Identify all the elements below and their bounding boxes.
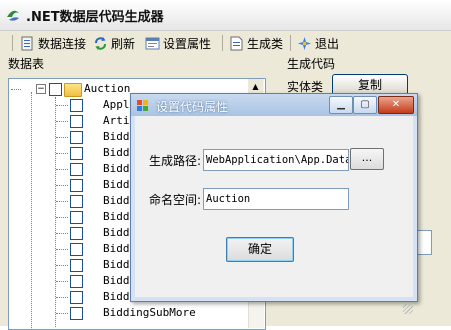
toolbar-label-connect: 数据连接 bbox=[38, 36, 87, 51]
tree-connector bbox=[55, 97, 56, 327]
tree-checkbox[interactable] bbox=[70, 99, 83, 112]
settings-dialog: 设置代码属性 ▁ ▢ ✕ 生成路径: WebApplication\App.Da… bbox=[130, 93, 418, 314]
tree-connector bbox=[56, 297, 68, 298]
generate-class-icon bbox=[230, 36, 243, 50]
maximize-icon[interactable]: ▢ bbox=[353, 96, 377, 114]
tree-connector bbox=[56, 185, 68, 186]
tree-connector bbox=[11, 89, 21, 90]
tree-connector bbox=[56, 105, 68, 106]
tree-connector bbox=[56, 137, 68, 138]
tree-checkbox[interactable] bbox=[70, 147, 83, 160]
toolbar-label-generate: 生成类 bbox=[247, 36, 284, 51]
resize-grip-icon[interactable] bbox=[403, 304, 413, 314]
tree-connector bbox=[56, 233, 68, 234]
dialog-app-icon bbox=[137, 100, 148, 111]
dialog-body: 生成路径: WebApplication\App.Data ... 命名空间: … bbox=[135, 116, 413, 314]
toolbar-button-generate[interactable]: 生成类 bbox=[229, 34, 283, 52]
tree-connector bbox=[56, 281, 68, 282]
browse-button[interactable]: ... bbox=[350, 148, 384, 170]
dialog-titlebar[interactable]: 设置代码属性 ▁ ▢ ✕ bbox=[131, 94, 417, 116]
toolbar-grip bbox=[12, 35, 13, 51]
toolbar-label-properties: 设置属性 bbox=[163, 36, 212, 51]
tree-checkbox[interactable] bbox=[70, 131, 83, 144]
tree-checkbox[interactable] bbox=[70, 259, 83, 272]
tree-connector bbox=[56, 217, 68, 218]
main-titlebar[interactable]: .NET数据层代码生成器 bbox=[0, 0, 451, 31]
tables-heading: 数据表 bbox=[8, 57, 45, 71]
tree-node[interactable]: BiddingSubMore bbox=[103, 306, 196, 319]
toolbar-button-exit[interactable]: 退出 bbox=[297, 34, 339, 52]
tree-checkbox[interactable] bbox=[70, 291, 83, 304]
dialog-title: 设置代码属性 bbox=[156, 100, 229, 114]
tree-node[interactable]: Arti bbox=[103, 114, 130, 127]
tree-connector bbox=[56, 121, 68, 122]
tree-checkbox[interactable] bbox=[70, 179, 83, 192]
exit-icon bbox=[298, 36, 311, 50]
namespace-input[interactable]: Auction bbox=[203, 188, 349, 210]
tree-connector bbox=[56, 153, 68, 154]
database-connect-icon bbox=[21, 36, 33, 50]
tree-connector bbox=[56, 169, 68, 170]
toolbar-button-properties[interactable]: 设置属性 bbox=[145, 34, 211, 52]
toolbar-separator bbox=[290, 35, 291, 51]
tree-checkbox[interactable] bbox=[70, 115, 83, 128]
minimize-icon[interactable]: ▁ bbox=[329, 96, 353, 114]
tree-checkbox[interactable] bbox=[70, 211, 83, 224]
output-path-label: 生成路径: bbox=[149, 154, 202, 168]
tree-connector bbox=[56, 313, 68, 314]
tree-checkbox[interactable] bbox=[70, 227, 83, 240]
ok-button[interactable]: 确定 bbox=[226, 237, 294, 262]
tree-checkbox[interactable] bbox=[70, 163, 83, 176]
toolbar-separator bbox=[222, 35, 223, 51]
tree-checkbox[interactable] bbox=[70, 307, 83, 320]
generate-code-heading: 生成代码 bbox=[287, 57, 336, 71]
tree-node[interactable]: Appl bbox=[103, 98, 130, 111]
close-icon[interactable]: ✕ bbox=[378, 96, 414, 114]
namespace-label: 命名空间: bbox=[149, 193, 202, 207]
tree-connector bbox=[31, 92, 32, 330]
tree-connector bbox=[56, 249, 68, 250]
tree-checkbox[interactable] bbox=[70, 243, 83, 256]
toolbar-button-connect[interactable]: 数据连接 bbox=[20, 34, 86, 52]
scroll-up-icon[interactable]: ▲ bbox=[248, 79, 263, 94]
toolbar: 数据连接 刷新 设置属性 生成类 退出 bbox=[0, 31, 451, 55]
tree-connector bbox=[56, 201, 68, 202]
tree-connector bbox=[56, 265, 68, 266]
app-icon bbox=[7, 10, 19, 21]
output-path-input[interactable]: WebApplication\App.Data bbox=[203, 149, 349, 171]
tree-collapse-toggle[interactable]: − bbox=[36, 84, 46, 94]
toolbar-label-exit: 退出 bbox=[315, 36, 340, 51]
properties-icon bbox=[145, 37, 160, 49]
tree-checkbox-root[interactable] bbox=[49, 83, 62, 96]
folder-icon bbox=[64, 83, 82, 97]
refresh-icon bbox=[95, 36, 106, 50]
toolbar-button-refresh[interactable]: 刷新 bbox=[93, 34, 135, 52]
toolbar-label-refresh: 刷新 bbox=[111, 36, 136, 51]
tree-checkbox[interactable] bbox=[70, 275, 83, 288]
app-title: .NET数据层代码生成器 bbox=[26, 10, 164, 25]
tree-node-root[interactable]: Auction bbox=[84, 82, 130, 95]
tree-checkbox[interactable] bbox=[70, 195, 83, 208]
